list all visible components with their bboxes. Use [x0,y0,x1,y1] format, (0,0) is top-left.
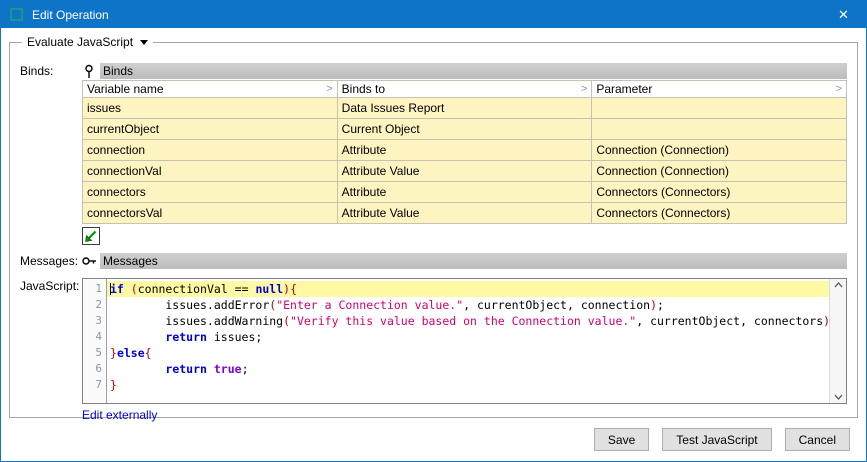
sort-indicator-icon: > [836,83,842,95]
pin-icon [82,64,100,79]
table-cell[interactable]: Attribute [337,140,592,161]
line-number: 1 [83,281,102,297]
green-arrow-icon [84,229,98,243]
operation-type-label: Evaluate JavaScript [27,35,133,49]
javascript-section: JavaScript: 1234567 if (connectionVal ==… [20,278,847,404]
column-header[interactable]: Binds to > [337,81,592,98]
binds-section: Binds: Binds Variable name>Binds to>Para… [20,63,847,245]
table-cell[interactable]: connectionVal [83,161,338,182]
binds-header-text: Binds [100,63,847,79]
save-button[interactable]: Save [594,428,649,451]
binds-label: Binds: [20,63,82,78]
column-header-label: Parameter [596,82,652,96]
code-line: return issues; [107,329,829,345]
titlebar: Edit Operation ✕ [1,1,866,28]
line-number: 5 [83,345,102,361]
javascript-label: JavaScript: [20,278,82,293]
scroll-down-icon[interactable] [834,394,843,400]
binds-table-header-row: Variable name > Binds to > Parameter > [83,81,847,98]
operation-type-dropdown[interactable]: Evaluate JavaScript [22,35,153,49]
messages-header-text: Messages [100,253,847,269]
table-cell[interactable]: Connection (Connection) [592,140,847,161]
window-title: Edit Operation [32,8,109,22]
code-line: return true; [107,361,829,377]
code-line: }else{ [107,345,829,361]
line-number-gutter: 1234567 [83,279,107,403]
line-number: 3 [83,313,102,329]
column-header[interactable]: Variable name > [83,81,338,98]
line-number: 4 [83,329,102,345]
chevron-down-icon [140,40,148,45]
table-cell[interactable]: Connection (Connection) [592,161,847,182]
line-number: 6 [83,361,102,377]
edit-externally-link[interactable]: Edit externally [82,408,157,422]
line-number: 7 [83,377,102,393]
button-bar: Save Test JavaScript Cancel [9,418,858,451]
line-number: 2 [83,297,102,313]
table-cell[interactable]: Current Object [337,119,592,140]
table-cell[interactable]: Connectors (Connectors) [592,203,847,224]
messages-section-header[interactable]: Messages [82,253,847,269]
table-row[interactable]: currentObjectCurrent Object [83,119,847,140]
edit-operation-dialog: Edit Operation ✕ Evaluate JavaScript Bin… [0,0,867,462]
messages-section: Messages: Messages [20,253,847,269]
table-cell[interactable]: Attribute Value [337,203,592,224]
table-cell[interactable]: Connectors (Connectors) [592,182,847,203]
table-cell[interactable]: Data Issues Report [337,98,592,119]
table-cell[interactable]: connectorsVal [83,203,338,224]
app-icon [10,8,23,21]
javascript-code-editor[interactable]: 1234567 if (connectionVal == null){ issu… [82,278,847,404]
close-icon[interactable]: ✕ [821,1,866,28]
table-row[interactable]: issuesData Issues Report [83,98,847,119]
column-header-label: Variable name [87,82,164,96]
table-cell[interactable]: Attribute [337,182,592,203]
dialog-body: Evaluate JavaScript Binds: Binds Variabl… [1,28,866,461]
add-bind-button[interactable] [82,227,100,245]
scroll-up-icon[interactable] [834,282,843,288]
binds-table-body: issuesData Issues ReportcurrentObjectCur… [83,98,847,224]
code-line: if (connectionVal == null){ [107,281,829,297]
table-cell[interactable] [592,119,847,140]
table-cell[interactable]: issues [83,98,338,119]
column-header-label: Binds to [342,82,385,96]
sort-indicator-icon: > [581,83,587,95]
messages-label: Messages: [20,253,82,268]
code-line: issues.addWarning("Verify this value bas… [107,313,829,329]
table-row[interactable]: connectionValAttribute ValueConnection (… [83,161,847,182]
code-line: } [107,377,829,393]
code-line: issues.addError("Enter a Connection valu… [107,297,829,313]
binds-table: Variable name > Binds to > Parameter > issues… [82,80,847,224]
table-row[interactable]: connectorsValAttribute ValueConnectors (… [83,203,847,224]
table-cell[interactable] [592,98,847,119]
column-header[interactable]: Parameter > [592,81,847,98]
table-cell[interactable]: connection [83,140,338,161]
test-javascript-button[interactable]: Test JavaScript [662,428,771,451]
evaluate-javascript-group: Evaluate JavaScript Binds: Binds Variabl… [9,42,858,418]
key-icon [82,255,100,267]
table-row[interactable]: connectionAttributeConnection (Connectio… [83,140,847,161]
table-cell[interactable]: Attribute Value [337,161,592,182]
table-cell[interactable]: currentObject [83,119,338,140]
table-row[interactable]: connectorsAttributeConnectors (Connector… [83,182,847,203]
code-pane[interactable]: if (connectionVal == null){ issues.addEr… [107,279,829,403]
table-cell[interactable]: connectors [83,182,338,203]
sort-indicator-icon: > [326,83,332,95]
editor-vertical-scrollbar[interactable] [829,279,846,403]
cancel-button[interactable]: Cancel [785,428,850,451]
binds-section-header[interactable]: Binds [82,63,847,79]
